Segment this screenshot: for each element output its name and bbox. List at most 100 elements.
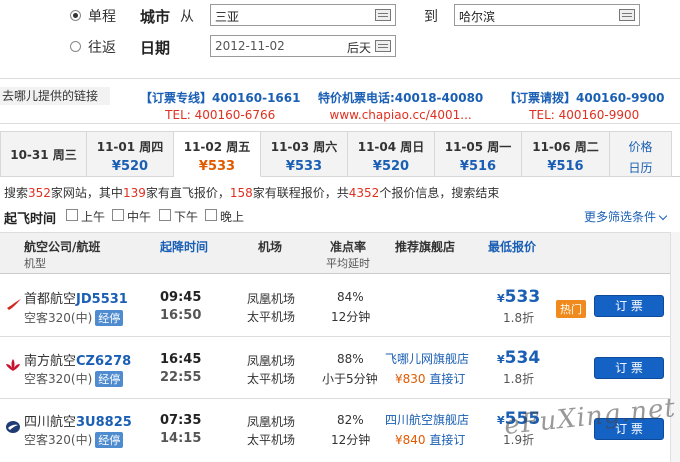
results-table-header: 航空公司/航班 机型 起降时间 机场 准点率 平均延时 推荐旗舰店 最低报价 (0, 232, 670, 274)
ad-title: 【订票专线】400160-1661 (140, 91, 301, 105)
col-time[interactable]: 起降时间 (160, 238, 208, 255)
vertical-scrollbar[interactable] (670, 232, 680, 462)
direct-book-link[interactable]: 直接订 (429, 372, 465, 386)
tab-price: ¥520 (372, 159, 410, 174)
tab-date: 11-06 周二 (532, 140, 599, 154)
date-tab[interactable]: 11-03 周六 ¥533 (261, 131, 348, 177)
ontime-rate: 82% (337, 413, 364, 427)
sponsored-links: 去哪儿提供的链接 【订票专线】400160-1661 TEL: 400160-6… (0, 78, 680, 124)
col-ontime[interactable]: 准点率 (330, 238, 366, 255)
to-city-input[interactable]: 哈尔滨 (454, 4, 640, 26)
book-button[interactable]: 订 票 (594, 357, 664, 379)
departure-airport: 凤凰机场 (247, 292, 296, 306)
flight-number[interactable]: 3U8825 (76, 415, 132, 430)
from-city-input[interactable]: 三亚 (210, 4, 396, 26)
book-button[interactable]: 订 票 (594, 295, 664, 317)
stopover-badge[interactable]: 经停 (95, 310, 124, 326)
ad-link[interactable]: 【订票请拨】400160-9900 TEL: 400160-9900 (504, 89, 664, 122)
price-calendar-tab[interactable]: 价格 日历 (610, 131, 672, 177)
col-airport: 机场 (258, 240, 283, 254)
calendar-tab-line2: 日历 (628, 161, 653, 175)
ad-link[interactable]: 特价机票电话:40018-40080 www.chapiao.cc/4001..… (318, 89, 483, 122)
arrival-time: 22:55 (160, 370, 202, 385)
avg-delay: 12分钟 (331, 433, 371, 447)
date-tab[interactable]: 11-01 周四 ¥520 (87, 131, 174, 177)
plane-model: 空客320(中) 经停 (24, 309, 124, 326)
filter-morning-checkbox[interactable] (66, 209, 78, 221)
sichuan-airlines-logo-icon (6, 421, 20, 433)
filter-afternoon-checkbox[interactable] (159, 209, 171, 221)
lowest-price[interactable]: ¥534 (497, 348, 540, 368)
more-filters-link[interactable]: 更多筛选条件 (584, 208, 668, 225)
direct-book-link[interactable]: 直接订 (429, 433, 465, 447)
to-label: 到 (424, 9, 438, 25)
date-hint: 后天 (346, 41, 371, 55)
from-label: 从 (180, 9, 194, 25)
discount: 1.8折 (503, 372, 535, 386)
filter-option-label: 下午 (174, 210, 199, 224)
flight-number[interactable]: CZ6278 (76, 354, 131, 369)
sponsored-label: 去哪儿提供的链接 (0, 87, 110, 105)
discount: 1.8折 (503, 311, 535, 325)
arrival-airport: 太平机场 (247, 372, 296, 386)
plane-model: 空客320(中) 经停 (24, 370, 124, 387)
col-airline[interactable]: 航空公司/航班 (24, 238, 100, 255)
shop-offer: ¥830 直接订 (395, 370, 465, 387)
tab-price: ¥533 (198, 159, 236, 174)
arrival-time: 14:15 (160, 431, 202, 446)
departure-time-filter: 起飞时间 上午 中午 下午 晚上 更多筛选条件 (0, 204, 680, 228)
tab-price: ¥516 (459, 159, 497, 174)
oneway-label: 单程 (88, 9, 116, 25)
flagship-shop-link[interactable]: 飞哪儿网旗舰店 (385, 350, 469, 367)
ad-link[interactable]: 【订票专线】400160-1661 TEL: 400160-6766 (140, 89, 300, 122)
tab-date: 11-03 周六 (270, 140, 338, 154)
col-delay: 平均延时 (326, 257, 370, 270)
airline-name: 南方航空CZ6278 (24, 354, 132, 369)
tab-price: ¥516 (547, 159, 584, 174)
keyboard-icon[interactable] (375, 9, 391, 21)
filter-evening-checkbox[interactable] (205, 209, 217, 221)
date-tab[interactable]: 10-31 周三 (0, 131, 87, 177)
capital-airlines-logo-icon (7, 299, 21, 310)
lowest-price[interactable]: ¥533 (497, 287, 540, 307)
date-input[interactable]: 2012-11-02 后天 (210, 35, 396, 57)
flight-number[interactable]: JD5531 (76, 292, 128, 307)
arrival-airport: 太平机场 (247, 310, 296, 324)
date-tab-selected[interactable]: 11-02 周五 ¥533 (174, 131, 261, 177)
to-city-value: 哈尔滨 (459, 10, 496, 24)
col-price[interactable]: 最低报价 (488, 238, 536, 255)
ad-subtitle: TEL: 400160-9900 (529, 108, 640, 122)
stopover-badge[interactable]: 经停 (95, 371, 124, 387)
ad-title: 特价机票电话:40018-40080 (318, 91, 484, 105)
date-value: 2012-11-02 (215, 39, 285, 53)
arrival-airport: 太平机场 (247, 433, 296, 447)
search-summary: 搜索352家网站，其中139家有直飞报价，158家有联程报价，共4352个报价信… (4, 186, 500, 200)
from-city-value: 三亚 (215, 10, 240, 24)
departure-airport: 凤凰机场 (247, 354, 296, 368)
ad-subtitle: TEL: 400160-6766 (165, 108, 276, 122)
flight-row: 首都航空JD5531 空客320(中) 经停 09:45 16:50 凤凰机场 太… (0, 276, 670, 337)
stopover-badge[interactable]: 经停 (95, 432, 124, 448)
departure-airport: 凤凰机场 (247, 415, 296, 429)
airline-name: 四川航空3U8825 (24, 415, 132, 430)
total-count: 4352 (348, 186, 380, 200)
calendar-tab-line1: 价格 (628, 140, 653, 154)
date-tab[interactable]: 11-05 周一 ¥516 (435, 131, 522, 177)
keyboard-icon[interactable] (619, 9, 635, 21)
tab-date: 11-04 周日 (357, 140, 425, 154)
arrival-time: 16:50 (160, 308, 202, 323)
tab-date: 11-01 周四 (96, 140, 164, 154)
date-tab[interactable]: 11-04 周日 ¥520 (348, 131, 435, 177)
oneway-radio[interactable] (70, 10, 81, 21)
flagship-shop-link[interactable]: 四川航空旗舰店 (385, 411, 469, 428)
plane-model: 空客320(中) 经停 (24, 431, 124, 448)
ontime-rate: 84% (337, 290, 364, 304)
avg-delay: 12分钟 (331, 310, 371, 324)
filter-noon-checkbox[interactable] (112, 209, 124, 221)
direct-count: 139 (122, 186, 146, 200)
calendar-icon[interactable] (375, 40, 391, 52)
date-tab[interactable]: 11-06 周二 ¥516 (522, 131, 610, 177)
site-count: 352 (28, 186, 51, 200)
roundtrip-radio[interactable] (70, 41, 81, 52)
tab-date: 11-05 周一 (444, 140, 512, 154)
